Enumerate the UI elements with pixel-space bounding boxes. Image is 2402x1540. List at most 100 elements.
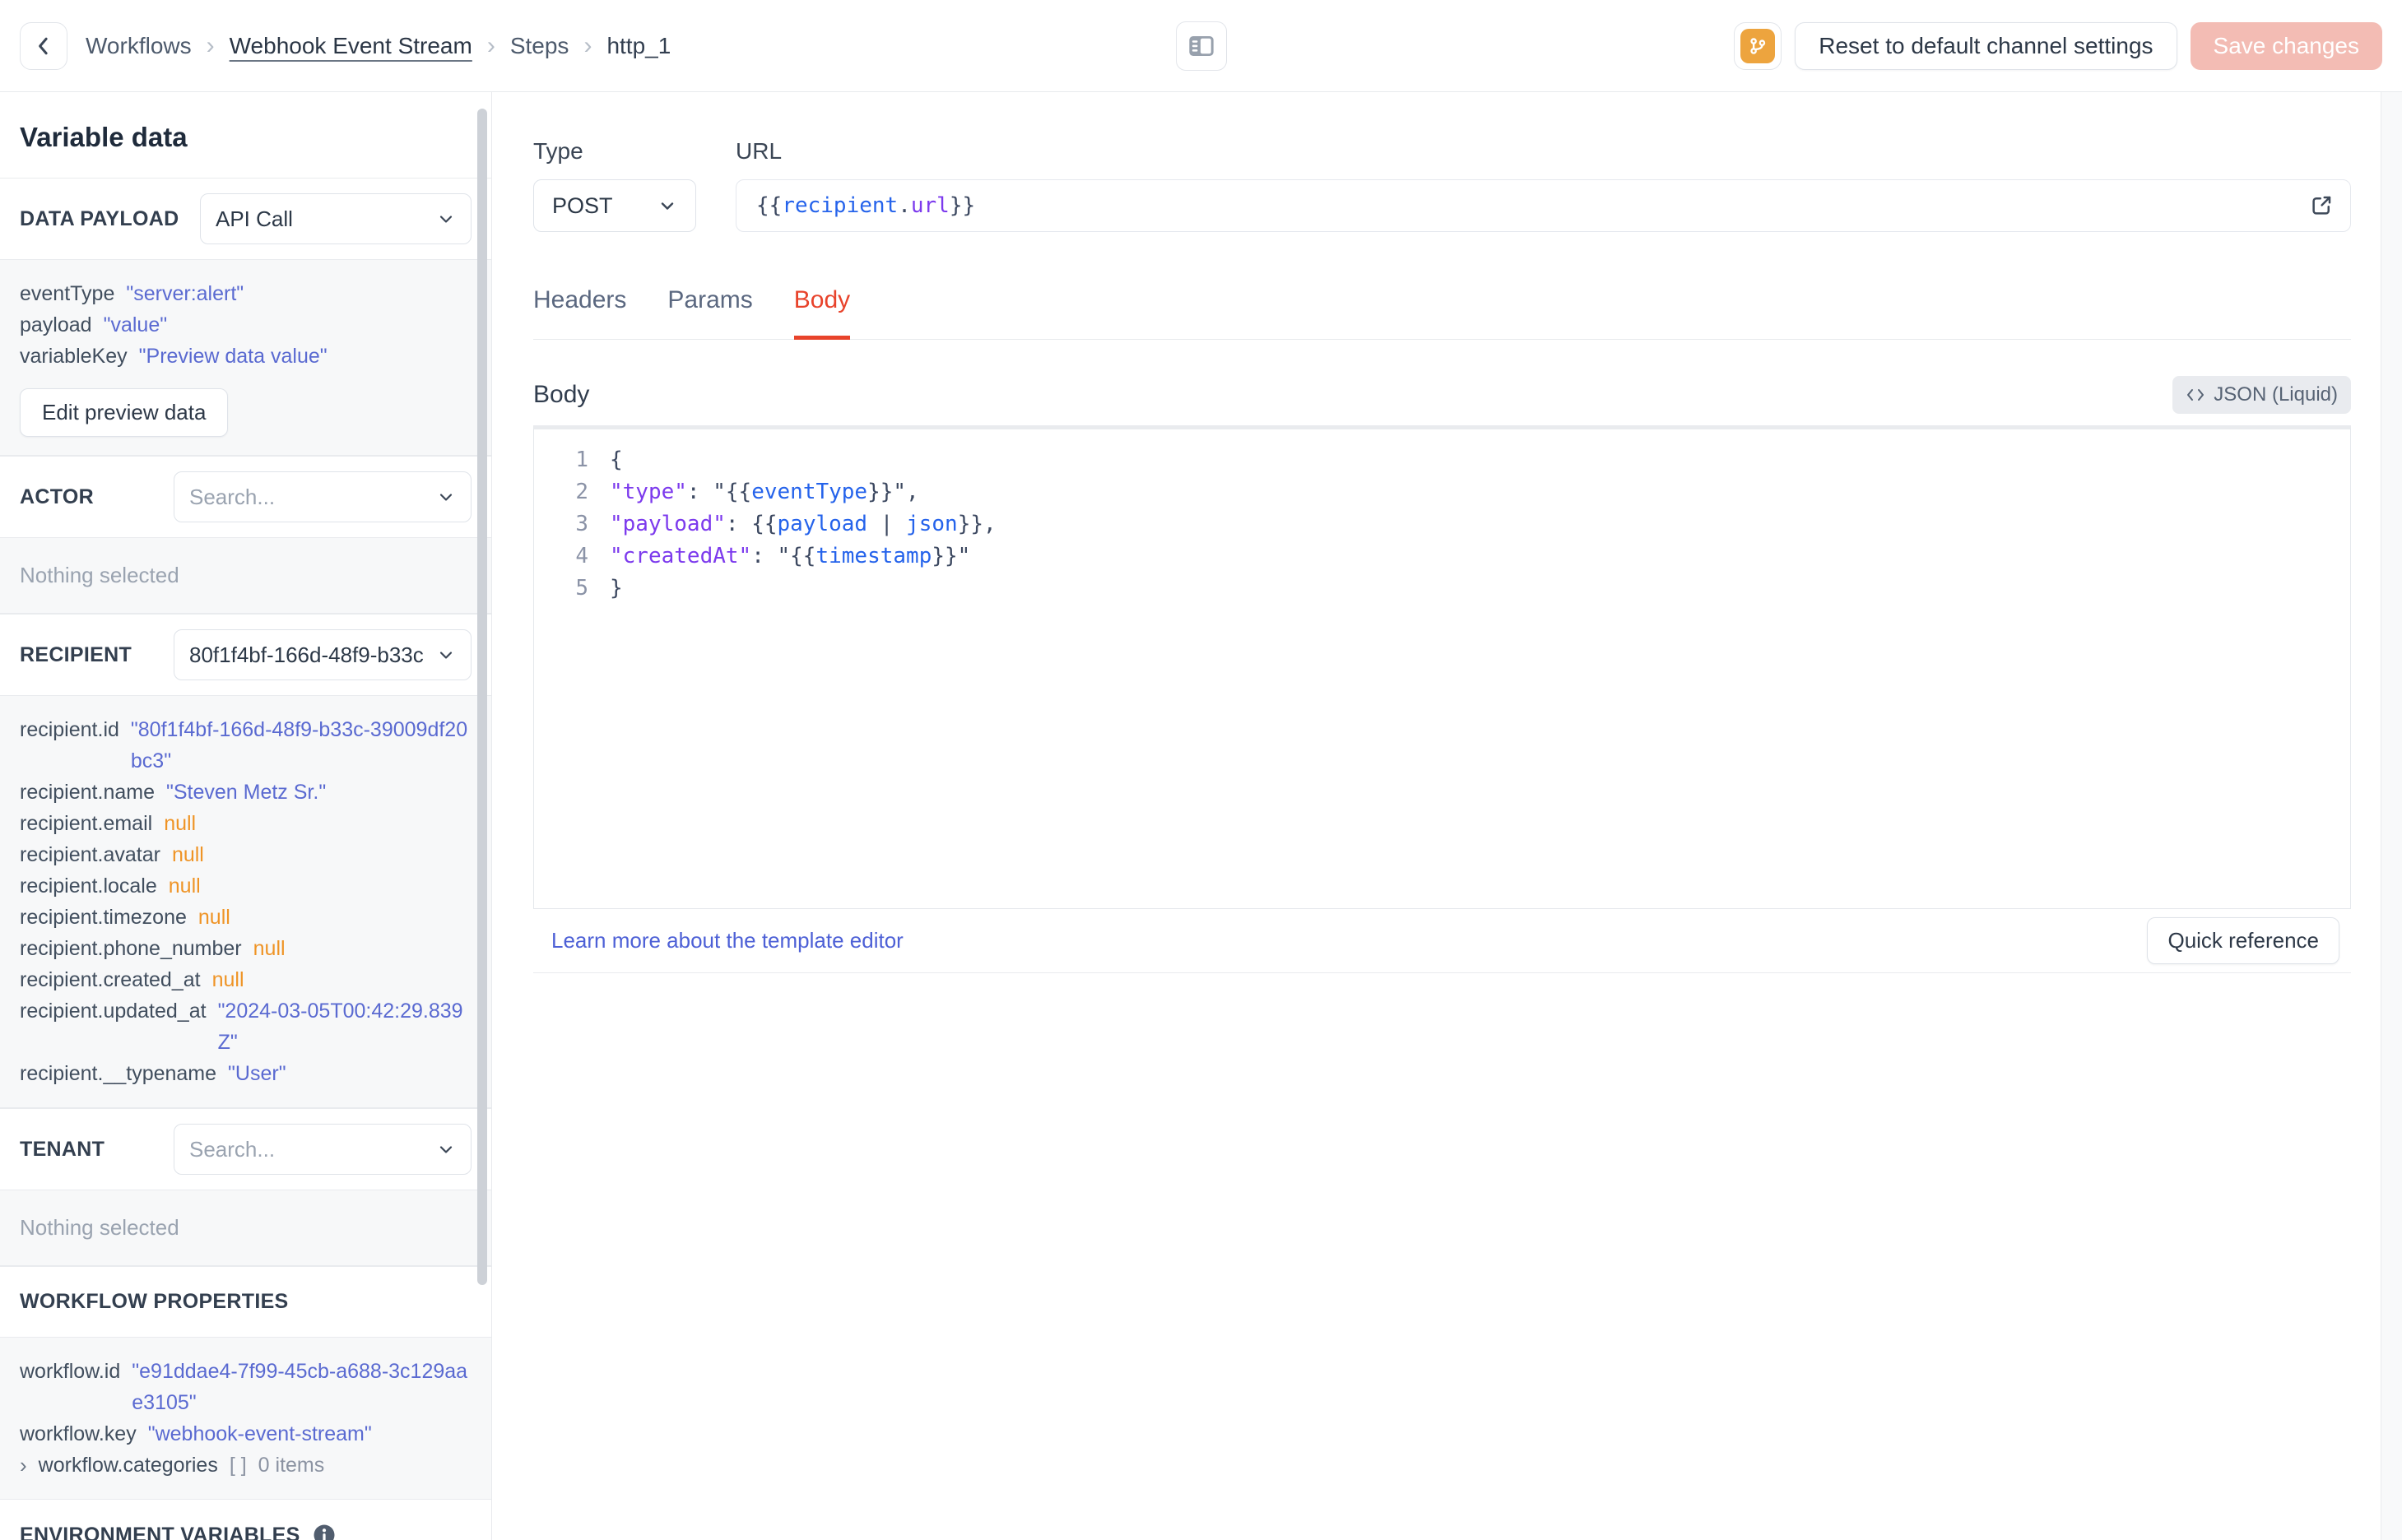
kv-value: [ ] [229, 1454, 247, 1477]
data-payload-select[interactable]: API Call [200, 193, 472, 244]
breadcrumb: Workflows › Webhook Event Stream › Steps… [86, 32, 671, 60]
request-tabs: Headers Params Body [533, 286, 2351, 340]
tab-body[interactable]: Body [793, 286, 851, 340]
reset-channel-settings-button[interactable]: Reset to default channel settings [1795, 21, 2177, 70]
variable-data-panel: Variable data DATA PAYLOAD API Call even… [0, 92, 492, 1540]
breadcrumb-separator-icon: › [206, 31, 215, 59]
code-line: 5} [555, 573, 2350, 605]
kv-key: recipient.created_at [20, 968, 201, 991]
step-editor-main: Type POST URL {{recipient.url}} Headers … [492, 92, 2381, 1540]
save-changes-button[interactable]: Save changes [2190, 21, 2382, 70]
line-number: 4 [575, 543, 588, 568]
data-payload-values: eventType "server:alert" payload "value" var… [20, 278, 472, 372]
language-badge: JSON (Liquid) [2172, 375, 2351, 414]
kv-key: recipient.id [20, 718, 119, 741]
actor-search-select[interactable]: Search... [174, 471, 472, 522]
page-scrollbar[interactable] [2381, 92, 2402, 1540]
edit-preview-data-button[interactable]: Edit preview data [20, 388, 229, 437]
code-line: 4 "createdAt": "{{timestamp}}" [555, 540, 2350, 573]
kv-key: workflow.categories [38, 1454, 218, 1477]
recipient-select[interactable]: 80f1f4bf-166d-48f9-b33c [174, 629, 472, 680]
kv-row: recipient.updated_at "2024-03-05T00:42:29… [20, 995, 472, 1058]
kv-key: workflow.id [20, 1360, 121, 1383]
kv-row: workflow.key "webhook-event-stream" [20, 1418, 472, 1450]
breadcrumb-separator-icon: › [583, 31, 592, 59]
kv-row: recipient.timezone null [20, 902, 472, 933]
kv-value: "User" [228, 1062, 286, 1085]
kv-row: recipient.avatar null [20, 839, 472, 870]
chevron-down-icon [436, 645, 456, 665]
tab-params[interactable]: Params [667, 286, 752, 340]
kv-row: recipient.__typename "User" [20, 1058, 472, 1089]
kv-row: variableKey "Preview data value" [20, 341, 472, 372]
kv-key: recipient.__typename [20, 1062, 217, 1085]
kv-row: recipient.name "Steven Metz Sr." [20, 777, 472, 808]
url-input[interactable]: {{recipient.url}} [736, 179, 2351, 232]
panel-layout-icon [1188, 35, 1215, 58]
http-method-select[interactable]: POST [533, 179, 696, 232]
kv-key: recipient.phone_number [20, 937, 242, 960]
kv-row: recipient.phone_number null [20, 933, 472, 964]
panel-title: Variable data [20, 122, 188, 152]
code-line: 2 "type": "{{eventType}}", [555, 476, 2350, 508]
breadcrumb-separator-icon: › [486, 31, 495, 59]
template-editor-help-link[interactable]: Learn more about the template editor [551, 928, 904, 953]
breadcrumb-workflow-name[interactable]: Webhook Event Stream [230, 33, 472, 59]
kv-key: workflow.key [20, 1422, 137, 1445]
breadcrumb-step-name: http_1 [606, 32, 671, 58]
kv-value: "e91ddae4-7f99-45cb-a688-3c129aae3105" [132, 1360, 468, 1414]
top-bar: Workflows › Webhook Event Stream › Steps… [0, 0, 2402, 92]
kv-row: eventType "server:alert" [20, 278, 472, 309]
line-number: 5 [575, 575, 588, 601]
kv-key: recipient.timezone [20, 906, 187, 929]
recipient-properties: recipient.id "80f1f4bf-166d-48f9-b33c-390… [20, 714, 472, 1089]
sidebar-scrollbar[interactable] [477, 109, 487, 1285]
kv-row: payload "value" [20, 309, 472, 341]
kv-value: "Steven Metz Sr." [165, 781, 327, 804]
actor-label: ACTOR [20, 485, 94, 508]
git-branch-icon [1740, 28, 1776, 63]
body-section-label: Body [533, 380, 590, 408]
breadcrumb-steps[interactable]: Steps [510, 33, 569, 59]
tenant-empty-state: Nothing selected [20, 1215, 179, 1240]
workflow-properties-label: WORKFLOW PROPERTIES [20, 1290, 289, 1313]
breadcrumb-workflows[interactable]: Workflows [86, 33, 192, 59]
body-template-editor[interactable]: 1{2 "type": "{{eventType}}", 3 "payload": {… [533, 424, 2351, 909]
tenant-label: TENANT [20, 1137, 105, 1161]
url-label: URL [736, 138, 783, 164]
chevron-right-icon[interactable]: › [20, 1450, 27, 1481]
kv-row: recipient.email null [20, 808, 472, 839]
recipient-label: RECIPIENT [20, 642, 132, 666]
chevron-down-icon [657, 196, 677, 216]
kv-key: recipient.locale [20, 874, 157, 898]
chevron-down-icon [436, 487, 456, 507]
back-button[interactable] [20, 21, 67, 70]
kv-value: "value" [103, 313, 168, 336]
code-line: 1{ [555, 444, 2350, 476]
quick-reference-button[interactable]: Quick reference [2147, 916, 2339, 964]
data-payload-label: DATA PAYLOAD [20, 206, 179, 230]
info-icon[interactable] [312, 1523, 337, 1540]
chevron-down-icon [436, 209, 456, 229]
chevron-left-icon [31, 34, 56, 58]
kv-row: workflow.id "e91ddae4-7f99-45cb-a688-3c12… [20, 1356, 472, 1418]
kv-value: "webhook-event-stream" [147, 1422, 372, 1445]
kv-row[interactable]: › workflow.categories [ ] 0 items [20, 1450, 472, 1481]
kv-row: recipient.locale null [20, 870, 472, 902]
commit-changes-button[interactable] [1734, 21, 1782, 70]
tenant-search-select[interactable]: Search... [174, 1124, 472, 1175]
kv-value: null [197, 906, 230, 929]
kv-row: recipient.created_at null [20, 964, 472, 995]
external-link-icon[interactable] [2309, 193, 2334, 218]
kv-value: null [171, 843, 204, 866]
tab-headers[interactable]: Headers [533, 286, 626, 340]
type-label: Type [533, 138, 583, 164]
code-line: 3 "payload": {{payload | json}}, [555, 508, 2350, 540]
kv-key: recipient.updated_at [20, 1000, 207, 1023]
code-brackets-icon [2186, 387, 2205, 403]
actor-empty-state: Nothing selected [20, 563, 179, 587]
kv-value: null [164, 812, 197, 835]
line-number: 1 [575, 447, 588, 472]
kv-extra: 0 items [258, 1454, 325, 1477]
toggle-sidebar-button[interactable] [1175, 21, 1227, 71]
